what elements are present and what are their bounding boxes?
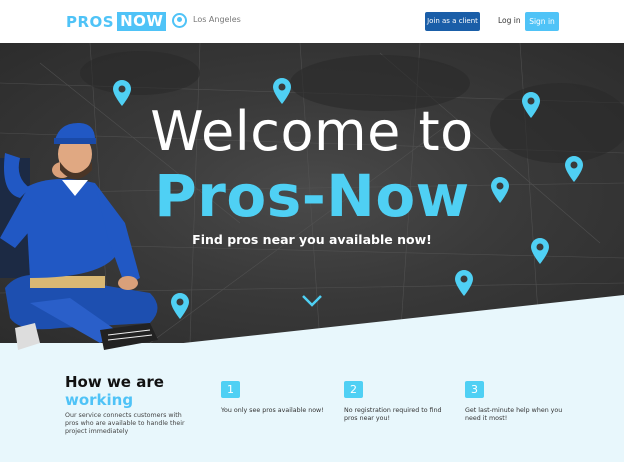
chevron-down-icon[interactable] xyxy=(301,294,323,308)
step-number-badge: 1 xyxy=(221,381,240,398)
step-text: You only see pros available now! xyxy=(221,407,324,414)
logo-text-now: NOW xyxy=(117,12,167,31)
join-as-client-button[interactable]: Join as a client xyxy=(425,12,480,31)
map-pin-icon xyxy=(455,270,473,296)
top-navbar: PROS NOW Los Angeles Join as a client Lo… xyxy=(0,0,624,43)
step-text: Get last-minute help when you need it mo… xyxy=(465,407,563,422)
step-number-badge: 2 xyxy=(344,381,363,398)
signin-button[interactable]: Sign in xyxy=(525,12,559,31)
logo-text-pros: PROS xyxy=(66,12,115,31)
step-item: 1 You only see pros available now! xyxy=(221,381,331,415)
step-item: 2 No registration required to find pros … xyxy=(344,381,454,423)
pros-now-logo[interactable]: PROS NOW xyxy=(66,12,167,31)
location-pin-icon[interactable] xyxy=(172,13,187,28)
how-section-description: Our service connects customers with pros… xyxy=(65,412,185,435)
how-section-title: How we are xyxy=(65,373,164,391)
how-section-title-accent: working xyxy=(65,391,134,409)
worker-photo xyxy=(0,122,158,350)
location-label[interactable]: Los Angeles xyxy=(193,15,241,24)
step-number-badge: 3 xyxy=(465,381,484,398)
step-text: No registration required to find pros ne… xyxy=(344,407,442,422)
map-pin-icon xyxy=(171,293,189,319)
login-link[interactable]: Log in xyxy=(498,16,521,25)
step-item: 3 Get last-minute help when you need it … xyxy=(465,381,575,423)
